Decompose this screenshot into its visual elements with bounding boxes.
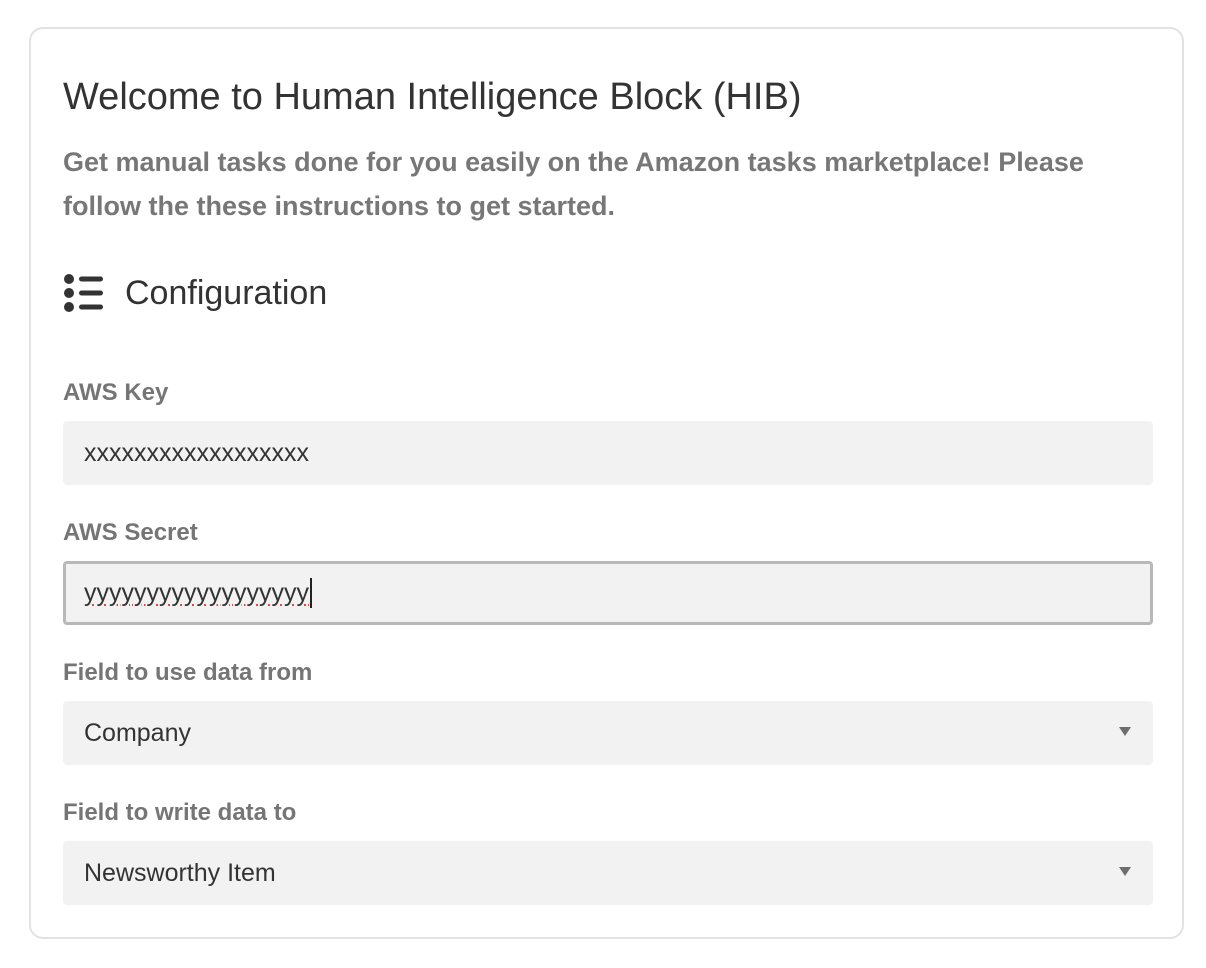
page-subtitle: Get manual tasks done for you easily on …: [63, 147, 1084, 221]
target-field-select[interactable]: Newsworthy Item: [63, 841, 1153, 905]
target-field-label: Field to write data to: [63, 799, 297, 826]
list-icon: [63, 272, 105, 314]
configuration-title: Configuration: [125, 273, 328, 312]
aws-secret-label: AWS Secret: [63, 519, 198, 546]
hib-setup-card: Welcome to Human Intelligence Block (HIB…: [29, 27, 1184, 939]
aws-key-label: AWS Key: [63, 379, 169, 406]
source-field-label: Field to use data from: [63, 659, 313, 686]
aws-key-input[interactable]: xxxxxxxxxxxxxxxxxx: [63, 421, 1153, 485]
source-field-select[interactable]: Company: [63, 701, 1153, 765]
aws-secret-input[interactable]: yyyyyyyyyyyyyyyyyy: [63, 561, 1153, 625]
configuration-heading: Configuration: [63, 269, 327, 317]
chevron-down-icon: [1119, 727, 1131, 736]
aws-secret-value: yyyyyyyyyyyyyyyyyy: [84, 578, 309, 607]
chevron-down-icon: [1119, 867, 1131, 876]
page-title: Welcome to Human Intelligence Block (HIB…: [63, 76, 802, 118]
target-field-selected: Newsworthy Item: [84, 858, 276, 887]
source-field-selected: Company: [84, 718, 191, 747]
text-caret: [310, 578, 312, 608]
aws-key-value: xxxxxxxxxxxxxxxxxx: [84, 438, 309, 467]
